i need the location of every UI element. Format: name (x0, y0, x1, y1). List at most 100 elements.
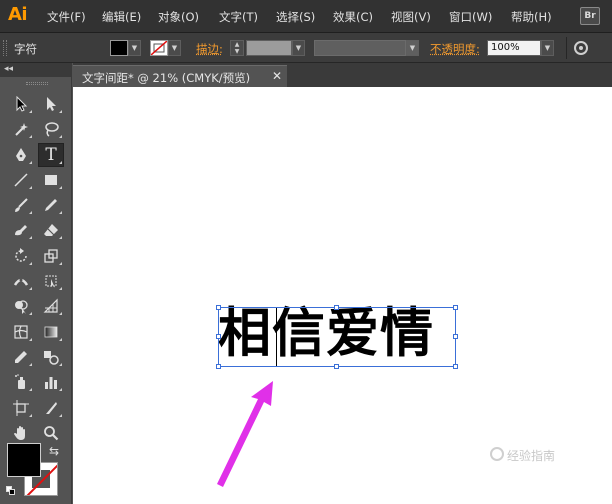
stroke-weight-dropdown-arrow-icon[interactable]: ▼ (292, 40, 305, 56)
rectangle-tool[interactable] (39, 169, 63, 191)
stroke-weight-input[interactable] (246, 40, 292, 56)
recolor-artwork-icon[interactable] (574, 41, 588, 55)
type-tool[interactable]: T (38, 143, 64, 167)
stroke-dropdown-arrow-icon[interactable]: ▼ (168, 40, 181, 56)
eyedropper-icon (15, 351, 27, 363)
menu-edit[interactable]: 编辑(E) (102, 9, 141, 25)
selection-arrow-icon (16, 96, 28, 112)
width-tool[interactable] (9, 270, 33, 292)
blend-icon (44, 351, 59, 365)
opacity-dropdown-arrow-icon[interactable]: ▼ (541, 40, 554, 56)
hand-icon (14, 426, 25, 440)
direct-selection-tool[interactable] (39, 93, 63, 115)
watermark-text: 经验指南 (507, 449, 556, 463)
zoom-icon (44, 426, 59, 441)
rectangle-icon (45, 175, 57, 185)
stepper-up-icon[interactable]: ▲ (231, 41, 243, 48)
menu-view[interactable]: 视图(V) (391, 9, 431, 25)
stepper-down-icon[interactable]: ▼ (231, 48, 243, 55)
pen-tool[interactable] (9, 144, 33, 166)
column-graph-icon (45, 377, 57, 389)
watermark-logo-icon (490, 447, 504, 461)
lasso-icon (45, 122, 59, 137)
control-bar-label: 字符 (14, 42, 37, 56)
control-bar: 字符 ▼ ▼ 描边: ▲ ▼ ▼ ▼ 不透明度: 100% ▼ (0, 33, 612, 63)
magic-wand-icon (15, 123, 28, 136)
perspective-grid-tool[interactable] (39, 295, 63, 317)
document-tab[interactable]: 文字间距* @ 21% (CMYK/预览) ✕ (73, 65, 287, 87)
column-graph-tool[interactable] (39, 371, 63, 393)
blob-brush-icon (15, 225, 27, 236)
tools-panel-header: ◂◂ (0, 63, 72, 77)
stroke-label[interactable]: 描边: (196, 41, 223, 57)
perspective-grid-icon (43, 298, 58, 313)
gradient-icon (44, 326, 58, 338)
shape-builder-icon (15, 300, 28, 314)
scale-tool[interactable] (39, 245, 63, 267)
rotate-tool[interactable] (9, 245, 33, 267)
menu-type[interactable]: 文字(T) (219, 9, 258, 25)
line-segment-icon (14, 173, 28, 187)
opacity-label[interactable]: 不透明度: (430, 41, 480, 57)
stroke-color-swatch[interactable] (150, 40, 168, 56)
pen-icon (16, 148, 26, 161)
profile-dropdown-arrow-icon[interactable]: ▼ (406, 40, 419, 56)
swap-fill-stroke-icon[interactable]: ⇆ (49, 444, 59, 458)
menu-bar: Ai 文件(F) 编辑(E) 对象(O) 文字(T) 选择(S) 效果(C) 视… (0, 0, 612, 33)
mesh-tool[interactable] (9, 321, 33, 343)
menu-object[interactable]: 对象(O) (158, 9, 199, 25)
none-color-icon (151, 41, 167, 55)
control-bar-divider (566, 37, 567, 59)
fill-dropdown-arrow-icon[interactable]: ▼ (128, 40, 141, 56)
width-icon (13, 278, 29, 286)
document-tab-strip: 文字间距* @ 21% (CMYK/预览) ✕ (73, 63, 612, 87)
bridge-button[interactable]: Br (580, 7, 600, 25)
symbol-sprayer-tool[interactable] (9, 371, 33, 393)
variable-width-profile-select[interactable] (314, 40, 406, 56)
eyedropper-tool[interactable] (9, 346, 33, 368)
symbol-sprayer-icon (15, 374, 25, 389)
annotation-arrow-icon (217, 381, 273, 487)
eraser-icon (44, 224, 58, 236)
collapse-panel-icon[interactable]: ◂◂ (4, 64, 13, 74)
type-tool-icon: T (45, 145, 57, 165)
rotate-icon (15, 248, 27, 262)
paintbrush-icon (15, 198, 28, 212)
menu-file[interactable]: 文件(F) (47, 9, 86, 25)
eraser-tool[interactable] (39, 219, 63, 241)
shape-builder-tool[interactable] (9, 295, 33, 317)
mesh-icon (14, 325, 28, 339)
panel-grip-icon[interactable] (3, 40, 7, 56)
default-fill-stroke-icon[interactable] (6, 486, 16, 496)
artboard-tool[interactable] (9, 397, 33, 419)
magic-wand-tool[interactable] (9, 118, 33, 140)
blend-tool[interactable] (39, 346, 63, 368)
free-transform-tool[interactable] (39, 270, 63, 292)
close-tab-icon[interactable]: ✕ (272, 69, 282, 83)
fill-color-swatch[interactable] (110, 40, 128, 56)
paintbrush-tool[interactable] (9, 194, 33, 216)
menu-effect[interactable]: 效果(C) (333, 9, 373, 25)
tools-panel-grip-icon[interactable] (26, 82, 48, 85)
direct-selection-icon (47, 97, 56, 111)
stroke-weight-stepper[interactable]: ▲ ▼ (230, 40, 244, 56)
hand-tool[interactable] (9, 422, 33, 444)
scale-icon (44, 249, 58, 263)
pencil-tool[interactable] (39, 194, 63, 216)
blob-brush-tool[interactable] (9, 219, 33, 241)
selection-tool[interactable] (9, 93, 33, 115)
fill-color-box[interactable] (7, 443, 41, 477)
free-transform-icon (45, 275, 57, 288)
artboard-icon (13, 400, 29, 416)
artboard-canvas[interactable]: 相信爱情 经验指南 (73, 87, 612, 504)
menu-help[interactable]: 帮助(H) (511, 9, 552, 25)
opacity-input[interactable]: 100% (487, 40, 541, 56)
menu-window[interactable]: 窗口(W) (449, 9, 492, 25)
zoom-tool[interactable] (39, 422, 63, 444)
menu-select[interactable]: 选择(S) (276, 9, 315, 25)
line-segment-tool[interactable] (9, 169, 33, 191)
app-logo: Ai (8, 4, 28, 25)
slice-tool[interactable] (39, 397, 63, 419)
gradient-tool[interactable] (39, 321, 63, 343)
lasso-tool[interactable] (39, 118, 63, 140)
